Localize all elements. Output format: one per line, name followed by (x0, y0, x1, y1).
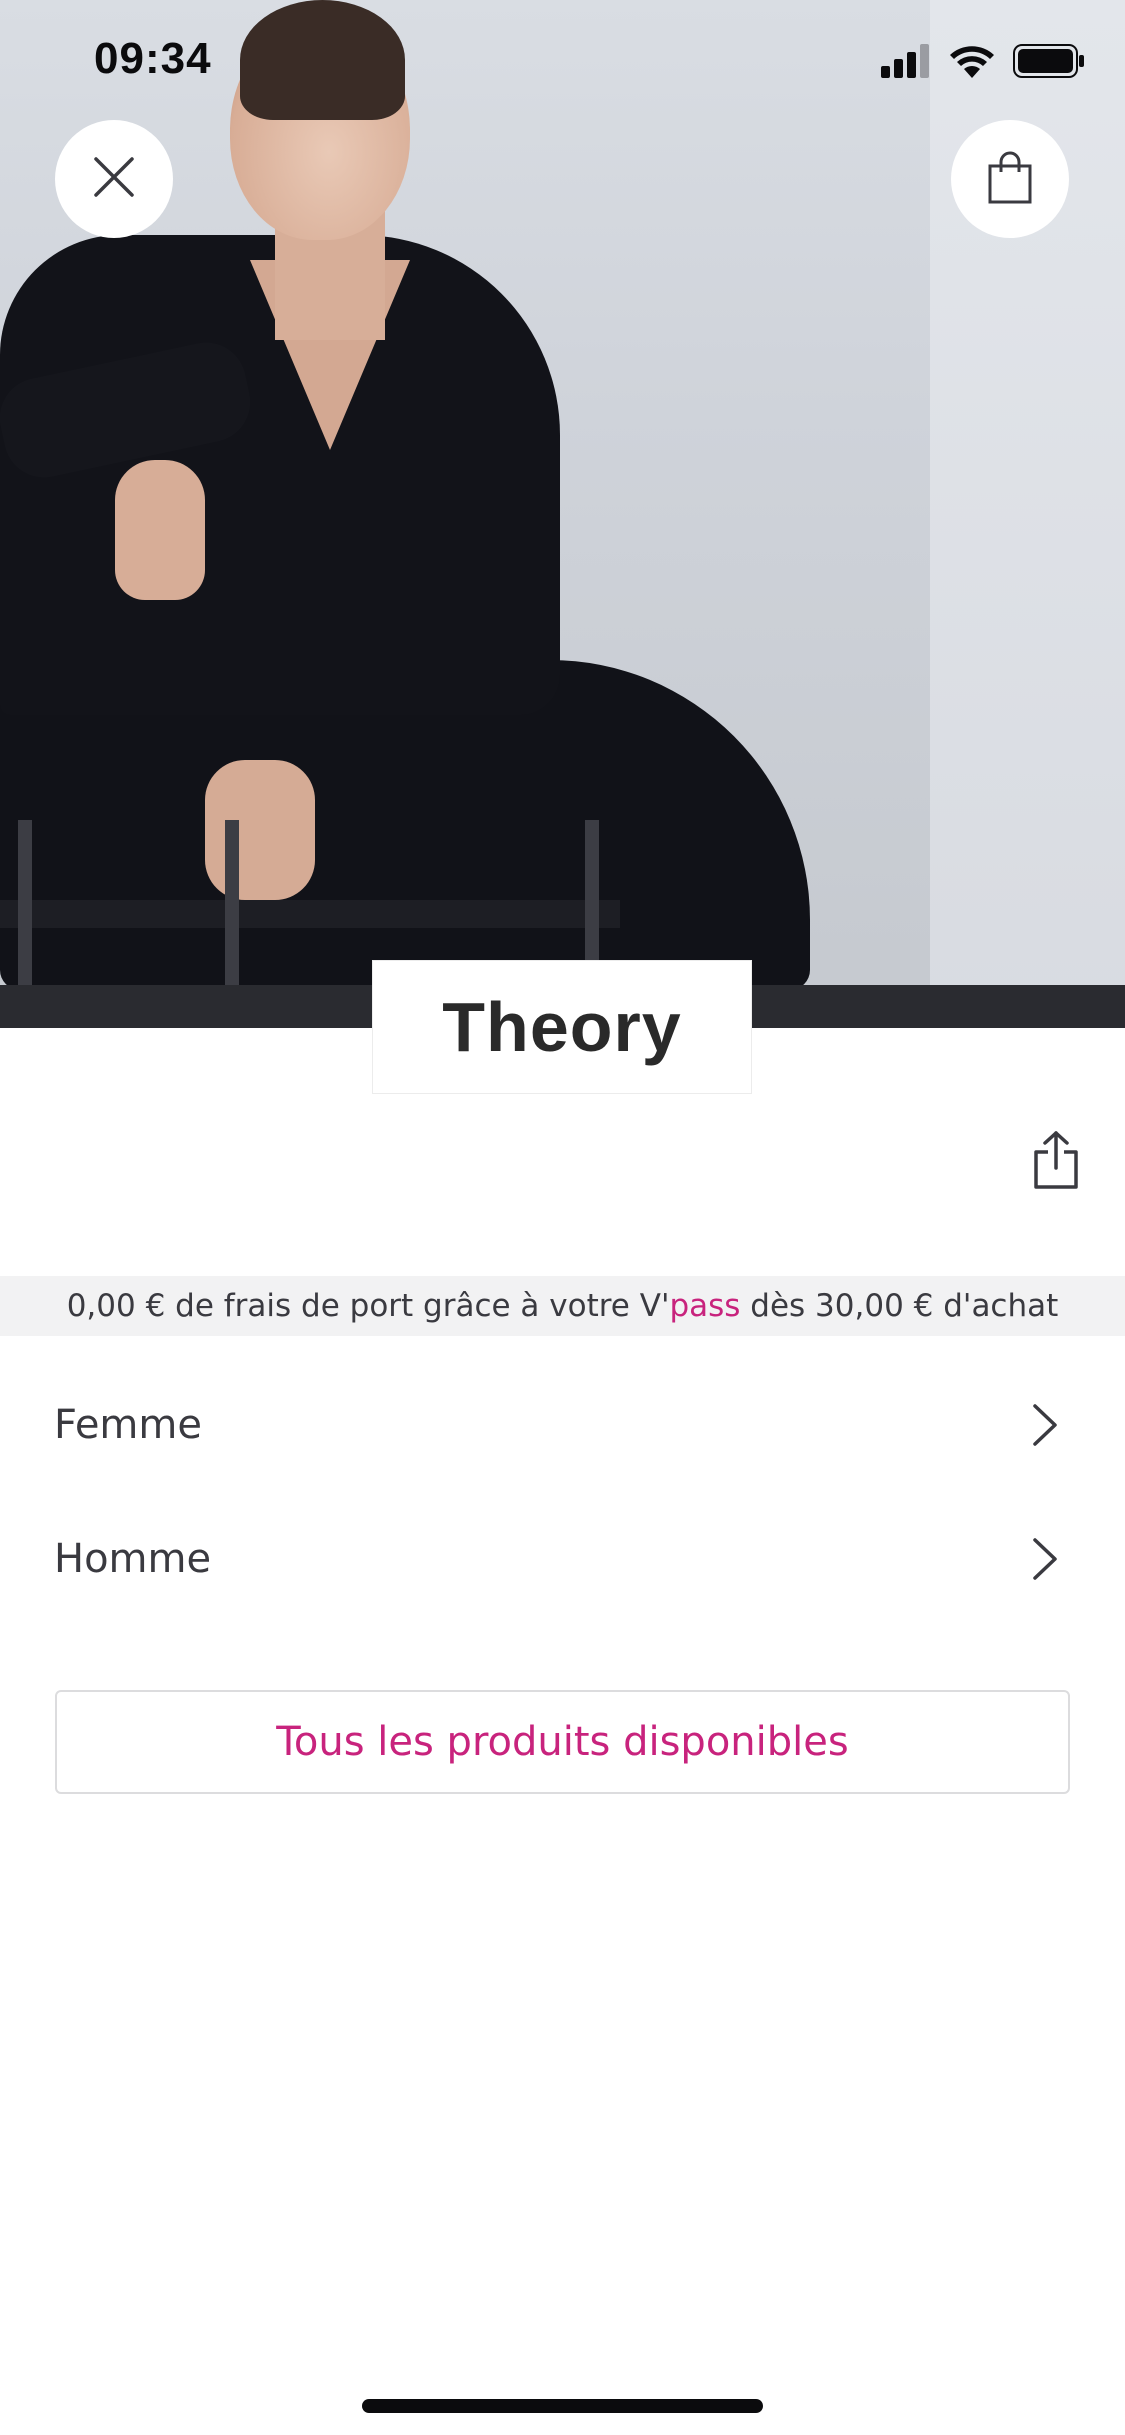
brand-logo: Theory (372, 960, 752, 1094)
wifi-icon (949, 44, 995, 82)
cellular-signal-icon (881, 44, 931, 82)
share-icon (1032, 1130, 1080, 1194)
all-products-button[interactable]: Tous les produits disponibles (55, 1690, 1070, 1794)
close-icon (92, 155, 136, 203)
chevron-right-icon (1025, 1529, 1065, 1589)
cart-button[interactable] (951, 120, 1069, 238)
share-button[interactable] (1030, 1130, 1082, 1194)
close-button[interactable] (55, 120, 173, 238)
chevron-right-icon (1025, 1395, 1065, 1455)
shipping-banner-highlight: pass (669, 1288, 741, 1324)
status-time: 09:34 (94, 34, 212, 83)
category-row-femme[interactable]: Femme (0, 1360, 1125, 1490)
shipping-banner-prefix: 0,00 € de frais de port grâce à votre V' (66, 1288, 670, 1324)
brand-name: Theory (442, 988, 682, 1066)
category-label: Homme (54, 1536, 212, 1582)
category-label: Femme (54, 1402, 202, 1448)
shipping-banner: 0,00 € de frais de port grâce à votre V'… (0, 1276, 1125, 1336)
category-row-homme[interactable]: Homme (0, 1494, 1125, 1624)
battery-icon (1013, 44, 1085, 82)
shipping-banner-suffix: dès 30,00 € d'achat (740, 1288, 1059, 1324)
shopping-bag-icon (987, 150, 1033, 208)
status-bar: 09:34 (0, 0, 1125, 120)
home-indicator[interactable] (362, 2399, 763, 2413)
